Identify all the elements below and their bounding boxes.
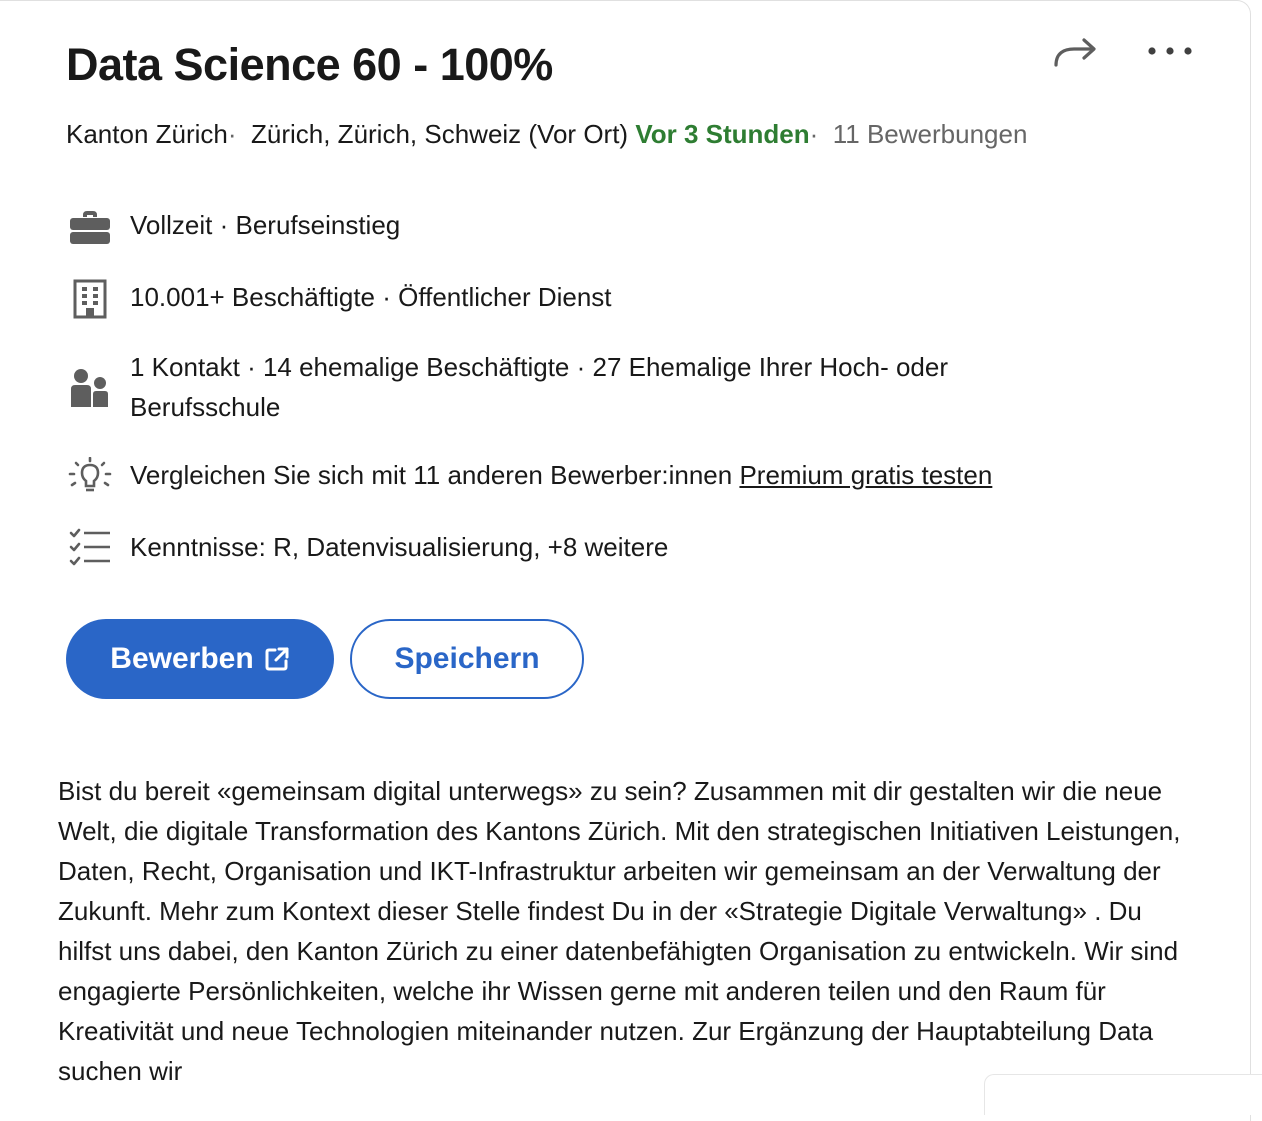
separator: · [809, 119, 819, 149]
floating-panel-edge [984, 1074, 1262, 1115]
insight-compare: Vergleichen Sie sich mit 11 anderen Bewe… [66, 455, 1186, 499]
job-card: Data Science 60 - 100% Kanton Zürich· Zü… [0, 0, 1251, 1121]
apply-button[interactable]: Bewerben [66, 619, 334, 699]
more-icon [1148, 47, 1192, 55]
building-icon [66, 277, 114, 321]
network-text: 1 Kontakt · 14 ehemalige Beschäftigte · … [130, 352, 949, 422]
lightbulb-icon [66, 455, 114, 499]
premium-trial-link[interactable]: Premium gratis testen [739, 460, 992, 490]
job-description: Bist du bereit «gemeinsam digital unterw… [58, 776, 1181, 1086]
company-link[interactable]: Kanton Zürich [66, 119, 228, 149]
more-options-button[interactable] [1144, 31, 1196, 75]
insight-network: 1 Kontakt · 14 ehemalige Beschäftigte · … [66, 347, 1186, 427]
people-icon [66, 365, 114, 409]
compare-text-wrap: Vergleichen Sie sich mit 11 anderen Bewe… [130, 455, 992, 495]
insight-employment: Vollzeit · Berufseinstieg [66, 205, 1186, 249]
share-button[interactable] [1050, 31, 1102, 75]
job-location: Zürich, Zürich, Schweiz (Vor Ort) [251, 119, 629, 149]
posted-time: Vor 3 Stunden [635, 119, 810, 149]
compare-text: Vergleichen Sie sich mit 11 anderen Bewe… [130, 460, 733, 490]
insight-company: 10.001+ Beschäftigte · Öffentlicher Dien… [66, 277, 1186, 321]
insight-skills: Kenntnisse: R, Datenvisualisierung, +8 w… [66, 527, 1186, 571]
skills-text[interactable]: Kenntnisse: R, Datenvisualisierung, +8 w… [130, 527, 668, 567]
company-size-text: 10.001+ Beschäftigte · Öffentlicher Dien… [130, 282, 612, 312]
employment-text: Vollzeit · Berufseinstieg [130, 210, 401, 240]
briefcase-icon [66, 205, 114, 249]
separator: · [227, 119, 237, 149]
checklist-icon [66, 527, 114, 571]
job-title: Data Science 60 - 100% [66, 39, 553, 90]
save-button[interactable]: Speichern [350, 619, 584, 699]
apply-label: Bewerben [110, 642, 254, 675]
external-link-icon [265, 647, 289, 671]
job-meta: Kanton Zürich· Zürich, Zürich, Schweiz (… [66, 119, 1027, 150]
applicant-count: 11 Bewerbungen [832, 119, 1028, 149]
share-icon [1054, 38, 1096, 67]
